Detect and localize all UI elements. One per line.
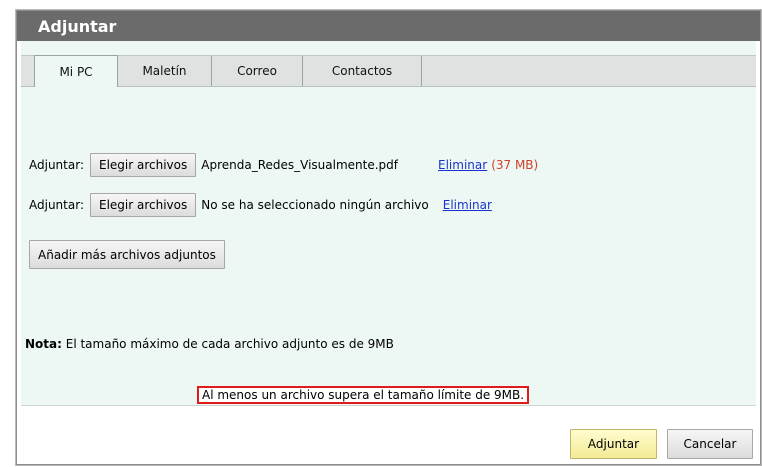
title-bar[interactable]: Adjuntar — [17, 11, 760, 41]
size-note: Nota: El tamaño máximo de cada archivo a… — [25, 337, 394, 351]
attach-label: Adjuntar: — [29, 158, 84, 172]
tab-bar: Mi PC Maletín Correo Contactos — [21, 55, 756, 87]
choose-files-button[interactable]: Elegir archivos — [89, 153, 197, 177]
note-text: El tamaño máximo de cada archivo adjunto… — [61, 337, 394, 351]
add-more-attachments-button[interactable]: Añadir más archivos adjuntos — [29, 240, 225, 269]
dialog-body: Mi PC Maletín Correo Contactos Adjuntar:… — [21, 41, 756, 461]
tab-maletin[interactable]: Maletín — [118, 56, 212, 86]
attach-dialog: Adjuntar Mi PC Maletín Correo Contactos … — [16, 10, 761, 465]
tab-mi-pc[interactable]: Mi PC — [34, 55, 118, 87]
attachment-row: Adjuntar: Elegir archivos Aprenda_Redes_… — [29, 153, 538, 177]
error-message: Al menos un archivo supera el tamaño lím… — [197, 386, 530, 404]
cancel-button[interactable]: Cancelar — [667, 429, 753, 459]
file-name: Aprenda_Redes_Visualmente.pdf — [201, 158, 399, 172]
remove-link[interactable]: Eliminar — [438, 158, 487, 172]
note-label: Nota: — [25, 337, 62, 351]
attach-button[interactable]: Adjuntar — [570, 429, 657, 459]
attachment-row: Adjuntar: Elegir archivos No se ha selec… — [29, 193, 492, 217]
attach-label: Adjuntar: — [29, 198, 84, 212]
choose-files-button[interactable]: Elegir archivos — [89, 193, 197, 217]
dialog-footer: Adjuntar Cancelar — [21, 405, 756, 461]
tab-contactos[interactable]: Contactos — [303, 56, 422, 86]
dialog-title: Adjuntar — [38, 17, 117, 36]
file-size: (37 MB) — [491, 158, 539, 172]
tab-correo[interactable]: Correo — [212, 56, 303, 86]
remove-link[interactable]: Eliminar — [443, 198, 492, 212]
file-name: No se ha seleccionado ningún archivo — [201, 198, 429, 212]
